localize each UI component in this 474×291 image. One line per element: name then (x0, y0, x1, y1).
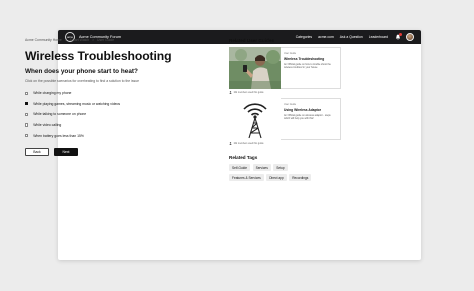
page-title: Wireless Troubleshooting (25, 49, 172, 63)
breadcrumb-separator: > (92, 38, 95, 42)
guide-usage: 10k members used this guide (229, 91, 341, 94)
guide-text: User Guide Using Wireless Adaptor An Off… (281, 98, 341, 140)
option-label: When battery goes less than 15% (33, 133, 84, 138)
next-button[interactable]: Next (54, 147, 78, 156)
checkbox[interactable] (25, 134, 29, 138)
guide-usage-text: 10k members used this guide (233, 142, 264, 145)
guide-card[interactable]: User Guide Using Wireless Adaptor An Off… (229, 98, 341, 145)
guide-usage-text: 10k members used this guide (233, 91, 264, 94)
sidebar: Related User Guides User Guide Wireless … (229, 38, 341, 184)
tag-direct-app[interactable]: Direct app (266, 174, 287, 181)
checkbox[interactable] (25, 112, 29, 117)
checkbox[interactable] (25, 123, 29, 127)
breadcrumb-separator: > (64, 38, 67, 42)
notification-bell-icon[interactable] (395, 33, 402, 40)
tag-self-guide[interactable]: Self-Guide (229, 164, 251, 171)
option-talking[interactable]: While talking to someone on phone (25, 109, 215, 120)
related-tags-heading: Related Tags (229, 155, 258, 160)
option-label: While playing games, streaming music or … (33, 101, 121, 106)
option-label: While talking to someone on phone (33, 112, 87, 117)
option-label: While charging my phone (33, 91, 72, 96)
guide-description: An Official guide on wireless adaptor - … (284, 114, 331, 121)
scenario-options: While charging my phone While playing ga… (25, 88, 215, 141)
question-heading: When does your phone start to heat? (25, 68, 138, 75)
breadcrumb-user-guide[interactable]: User Guide (97, 38, 114, 42)
guide-card[interactable]: User Guide Wireless Troubleshooting An O… (229, 47, 341, 94)
tag-recordings[interactable]: Recordings (289, 174, 312, 181)
related-guides-heading: Related User Guides (229, 38, 274, 43)
guide-description: An Official guide on how to trouble shoo… (284, 63, 331, 70)
guide-tag: User Guide (284, 52, 297, 55)
breadcrumb: Acme Community Home > Smart Watch > User… (25, 38, 215, 42)
checkbox[interactable] (25, 91, 29, 95)
tag-services[interactable]: Services (252, 164, 271, 171)
user-avatar[interactable] (406, 33, 414, 41)
tag-list: Self-Guide Services Setup Features & Ser… (229, 164, 315, 184)
back-button[interactable]: Back (25, 147, 49, 156)
option-charging[interactable]: While charging my phone (25, 88, 215, 99)
guide-card-body[interactable]: User Guide Wireless Troubleshooting An O… (229, 47, 341, 89)
option-gaming-streaming[interactable]: While playing games, streaming music or … (25, 99, 215, 110)
question-hint: Click on the possible scenarios for over… (25, 79, 140, 83)
guide-title[interactable]: Using Wireless Adaptor (284, 108, 337, 112)
form-buttons: Back Next (25, 147, 215, 156)
person-with-phone-image (229, 47, 281, 89)
breadcrumb-smart-watch[interactable]: Smart Watch (70, 38, 89, 42)
option-low-battery[interactable]: When battery goes less than 15% (25, 130, 215, 141)
guide-tag: User Guide (284, 103, 297, 106)
nav-leaderboard[interactable]: Leaderboard (369, 35, 388, 39)
breadcrumb-home[interactable]: Acme Community Home (25, 38, 62, 42)
tag-features-services[interactable]: Features & Services (229, 174, 264, 181)
person-icon (229, 91, 232, 94)
guide-text: User Guide Wireless Troubleshooting An O… (281, 47, 341, 89)
wireless-tower-icon (229, 98, 281, 140)
nav-ask-question[interactable]: Ask a Question (340, 35, 363, 39)
option-video-calling[interactable]: While video calling (25, 120, 215, 131)
person-icon (229, 142, 232, 145)
notification-dot (399, 33, 402, 36)
guide-title[interactable]: Wireless Troubleshooting (284, 57, 337, 61)
tag-setup[interactable]: Setup (273, 164, 288, 171)
main-content: Acme Community Home > Smart Watch > User… (25, 38, 215, 156)
guide-usage: 10k members used this guide (229, 142, 341, 145)
guide-card-body[interactable]: User Guide Using Wireless Adaptor An Off… (229, 98, 341, 140)
checkbox-checked[interactable] (25, 102, 29, 106)
option-label: While video calling (33, 123, 62, 128)
